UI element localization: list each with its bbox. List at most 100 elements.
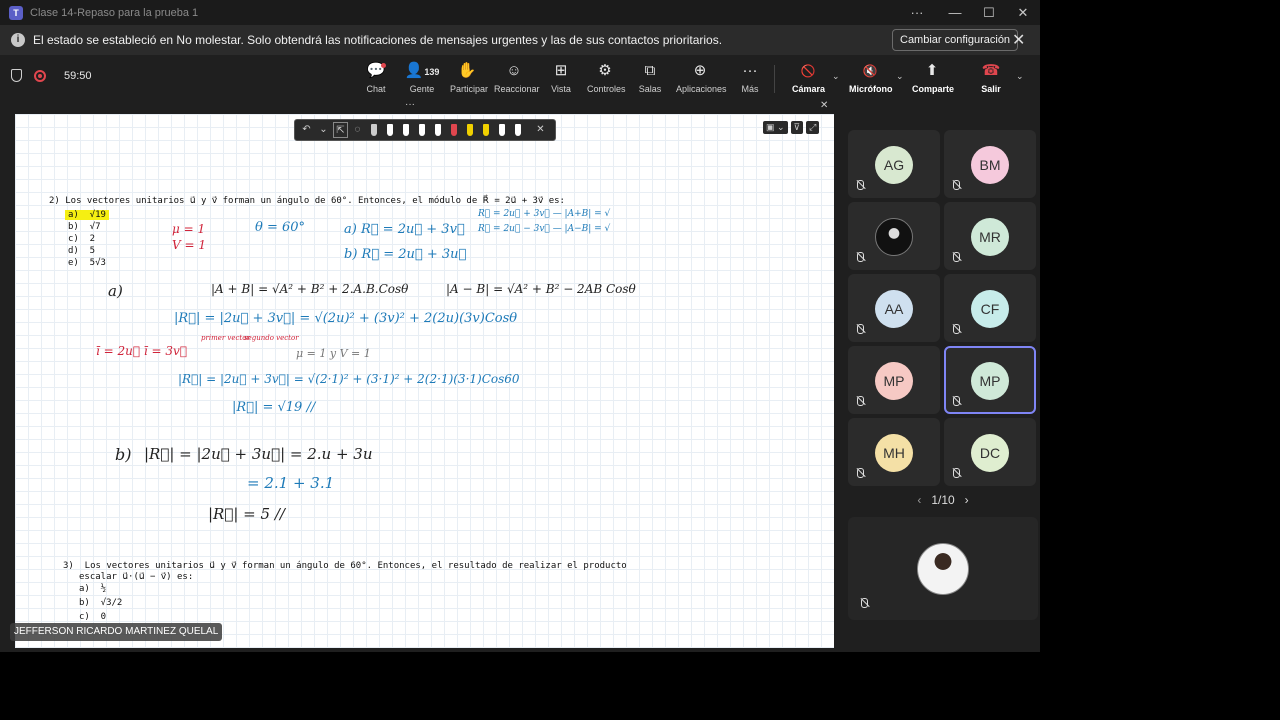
leave-options-chevron-icon[interactable]: ⌄ — [1016, 71, 1024, 82]
undo-icon[interactable]: ↶ — [299, 122, 314, 138]
q2-option-c: c) 2 — [68, 234, 96, 244]
raise-hand-button[interactable]: ✋ Participar — [450, 61, 488, 94]
pen-tool-icon[interactable] — [419, 124, 425, 136]
pen-tool-icon[interactable] — [387, 124, 393, 136]
pen-tool-icon[interactable] — [403, 124, 409, 136]
ink-close-icon[interactable]: ✕ — [533, 122, 548, 138]
ink-note-second: segundo vector — [244, 334, 299, 342]
camera-options-chevron-icon[interactable]: ⌄ — [832, 71, 840, 82]
meeting-toolbar: 59:50 💬 Chat 👤139 Gente ✋ Participar ☺ R… — [0, 55, 1040, 101]
self-view-tile[interactable] — [848, 517, 1038, 620]
participant-tile[interactable]: AG — [848, 130, 940, 198]
mic-muted-icon — [953, 396, 960, 408]
page-indicator: 1/10 — [931, 493, 955, 507]
participant-tile[interactable] — [848, 202, 940, 270]
controls-button[interactable]: ⚙ Controles — [587, 61, 626, 94]
participant-tile[interactable]: MH — [848, 418, 940, 486]
ink-law-plus: |A + B| = √A² + B² + 2.A.B.Cosθ — [211, 282, 409, 296]
ink-side-note-1: R⃗ = 2u⃗ + 3v⃗ — |A+B| = √ — [478, 209, 611, 219]
notification-banner: i El estado se estableció en No molestar… — [0, 25, 1040, 55]
avatar: MP — [971, 362, 1009, 400]
participant-tile[interactable]: MP — [848, 346, 940, 414]
rooms-icon: ⧉ — [644, 62, 656, 79]
share-icon: ⬆ — [925, 62, 939, 79]
ink-mu: μ = 1 — [172, 222, 206, 236]
close-window-button[interactable]: ✕ — [1006, 0, 1040, 25]
mic-muted-icon — [857, 468, 864, 480]
q3-option-a: a) ½ — [79, 584, 107, 594]
expand-icon[interactable]: ⤢ — [806, 121, 820, 134]
camera-label: Cámara — [792, 84, 826, 94]
ink-b-step-1: |R⃗| = |2u⃗ + 3u⃗| = 2.u + 3u — [144, 445, 373, 463]
chat-button[interactable]: 💬 Chat — [364, 61, 388, 94]
people-button[interactable]: 👤139 Gente — [404, 61, 440, 94]
participant-tile[interactable]: CF — [944, 274, 1036, 342]
select-tool-icon[interactable]: ⇱ — [333, 122, 348, 138]
change-settings-button[interactable]: Cambiar configuración — [892, 29, 1019, 51]
participant-tile[interactable]: DC — [944, 418, 1036, 486]
participant-tile-speaking[interactable]: MP — [944, 346, 1036, 414]
previous-page-icon[interactable]: ‹ — [917, 493, 921, 507]
ink-b-label: b) — [115, 445, 132, 464]
ink-result-a: |R⃗| = √19 // — [232, 400, 316, 415]
participant-tile[interactable]: AA — [848, 274, 940, 342]
more-label: Más — [741, 84, 759, 94]
banner-close-button[interactable]: ✕ — [1012, 30, 1025, 50]
participant-tile[interactable]: BM — [944, 130, 1036, 198]
shared-screen-header: ··· ✕ — [15, 101, 834, 114]
participant-tile[interactable]: MR — [944, 202, 1036, 270]
pen-tool-icon[interactable] — [451, 124, 457, 136]
drag-handle-icon[interactable]: ··· — [405, 101, 415, 110]
camera-button[interactable]: 🚫 Cámara — [792, 61, 826, 94]
view-button[interactable]: ⊞ Vista — [550, 61, 572, 94]
q2-option-d: d) 5 — [68, 246, 96, 256]
shared-screen: ··· ✕ ↶ ⌄ ⇱ ◌ ✕ ▣ ⌄ ⊽ ⤢ 2) Los vectores … — [15, 101, 834, 648]
mic-options-chevron-icon[interactable]: ⌄ — [896, 71, 904, 82]
ruler-tool-icon[interactable]: ▣ ⌄ — [763, 121, 788, 134]
teams-logo-icon: T — [9, 5, 23, 20]
apps-button[interactable]: ⊕ Aplicaciones — [676, 61, 727, 94]
react-button[interactable]: ☺ Reaccionar — [494, 61, 540, 94]
shared-close-icon[interactable]: ✕ — [820, 101, 828, 111]
question-2-stem: 2) Los vectores unitarios u⃗ y v⃗ forman… — [49, 196, 565, 206]
question-3-stem: 3) Los vectores unitarios u⃗ y v⃗ forman… — [63, 561, 627, 571]
rooms-label: Salas — [638, 84, 662, 94]
maximize-button[interactable]: ☐ — [972, 0, 1006, 25]
highlighter-tool-icon[interactable] — [499, 124, 505, 136]
share-controls: ▣ ⌄ ⊽ ⤢ — [763, 121, 820, 134]
people-label: Gente — [409, 84, 435, 94]
mic-muted-icon — [953, 180, 960, 192]
avatar: MR — [971, 218, 1009, 256]
mic-muted-icon — [857, 396, 864, 408]
avatar: BM — [971, 146, 1009, 184]
ink-side-note-2: R⃗ = 2u⃗ − 3v⃗ — |A−B| = √ — [478, 224, 611, 234]
people-icon: 👤139 — [404, 61, 440, 81]
more-options-button[interactable]: ··· — [900, 0, 934, 25]
mic-button[interactable]: 🔇 Micrófono — [849, 61, 893, 94]
next-page-icon[interactable]: › — [965, 493, 969, 507]
ink-v: V = 1 — [172, 238, 206, 252]
shield-icon[interactable] — [11, 69, 22, 82]
rooms-button[interactable]: ⧉ Salas — [638, 61, 662, 94]
pen-tool-icon[interactable] — [371, 124, 377, 136]
undo-menu-chevron-icon[interactable]: ⌄ — [316, 122, 331, 138]
avatar: DC — [971, 434, 1009, 472]
chat-unread-dot — [381, 63, 386, 68]
recording-icon — [34, 69, 46, 82]
pen-tool-icon[interactable] — [435, 124, 441, 136]
highlighter-tool-icon[interactable] — [483, 124, 489, 136]
avatar: AA — [875, 290, 913, 328]
leave-button[interactable]: ☎ Salir — [980, 61, 1002, 94]
filter-icon[interactable]: ⊽ — [790, 121, 804, 134]
mic-label: Micrófono — [849, 84, 893, 94]
view-label: Vista — [551, 84, 571, 94]
more-button[interactable]: ··· Más — [740, 61, 760, 94]
banner-message: El estado se estableció en No molestar. … — [33, 33, 723, 47]
hang-up-icon: ☎ — [981, 62, 1001, 79]
question-3-stem-line2: escalar u⃗·(u⃗ − v⃗) es: — [79, 572, 194, 582]
share-button[interactable]: ⬆ Comparte — [912, 61, 954, 94]
lasso-icon[interactable]: ◌ — [350, 122, 365, 138]
eraser-tool-icon[interactable] — [515, 124, 521, 136]
minimize-button[interactable]: — — [938, 0, 972, 25]
highlighter-tool-icon[interactable] — [467, 124, 473, 136]
